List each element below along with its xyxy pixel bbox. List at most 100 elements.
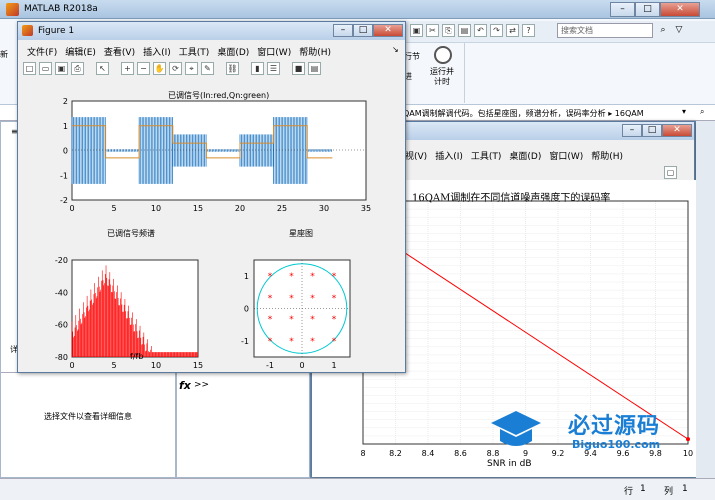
save-icon[interactable]: ▣ xyxy=(410,24,423,37)
row-label: 行 xyxy=(624,487,634,497)
figure-2-dock-icon[interactable]: ▢ xyxy=(664,166,677,179)
constellation-ytick-label: -1 xyxy=(241,337,249,346)
open-file-icon[interactable]: ▭ xyxy=(39,62,52,75)
browse-folder-icon[interactable]: ⌕ xyxy=(700,107,704,117)
search-icon[interactable]: ⌕ xyxy=(656,23,670,38)
watermark-brand: 必过源码 xyxy=(568,414,661,439)
hide-plot-tools-icon[interactable]: ■ xyxy=(292,62,305,75)
copy-icon[interactable]: ⎘ xyxy=(442,24,455,37)
chevron-down-icon[interactable]: ▾ xyxy=(682,107,686,116)
show-plot-tools-icon[interactable]: ▤ xyxy=(308,62,321,75)
maximize-button[interactable]: □ xyxy=(635,2,660,17)
ber-xtick-label: 10 xyxy=(683,449,693,458)
run-and-time-label[interactable]: 运行并 计时 xyxy=(430,67,454,87)
command-window[interactable]: fx >> xyxy=(176,372,310,478)
help-icon[interactable]: ? xyxy=(522,24,535,37)
ber-xtick-label: 8.4 xyxy=(422,449,435,458)
constellation-point: * xyxy=(332,272,337,282)
signal-ytick-label: -2 xyxy=(60,196,68,205)
constellation-point: * xyxy=(268,294,273,304)
figure-2-menu-view[interactable]: 视(V) xyxy=(405,149,427,162)
save-figure-icon[interactable]: ▣ xyxy=(55,62,68,75)
link-plot-icon[interactable]: ⛓ xyxy=(226,62,239,75)
figure-2-menu-desktop[interactable]: 桌面(D) xyxy=(509,149,541,162)
figure-2-menu-window[interactable]: 窗口(W) xyxy=(549,149,583,162)
figure-icon xyxy=(22,25,33,36)
signal-ytick-label: 0 xyxy=(63,147,68,156)
switch-icon[interactable]: ⇄ xyxy=(506,24,519,37)
quick-toolbar: ▣ ✂ ⎘ ▤ ↶ ↷ ⇄ ? xyxy=(410,24,535,37)
spectrum-ytick-label: -80 xyxy=(55,353,68,362)
dock-arrow-icon[interactable]: ↘ xyxy=(392,45,399,54)
print-icon[interactable]: ⎙ xyxy=(71,62,84,75)
figure-1-minimize-button[interactable]: – xyxy=(333,24,353,37)
undo-icon[interactable]: ↶ xyxy=(474,24,487,37)
run-and-time-icon[interactable] xyxy=(434,46,452,64)
figure-2-menu-help[interactable]: 帮助(H) xyxy=(591,149,623,162)
ber-xtick-label: 8.2 xyxy=(389,449,402,458)
figure-2-menu-insert[interactable]: 插入(I) xyxy=(435,149,463,162)
constellation-ytick-label: 0 xyxy=(244,305,249,314)
minimize-button[interactable]: – xyxy=(610,2,635,17)
spectrum-xtick-label: 0 xyxy=(69,361,74,370)
run-section-label[interactable]: 行节 xyxy=(404,51,420,62)
cut-icon[interactable]: ✂ xyxy=(426,24,439,37)
redo-icon[interactable]: ↷ xyxy=(490,24,503,37)
constellation-yticks: 1 0 -1 xyxy=(241,272,249,346)
signal-xtick-label: 0 xyxy=(69,204,74,213)
figure-1-menubar: 文件(F) 编辑(E) 查看(V) 插入(I) 工具(T) 桌面(D) 窗口(W… xyxy=(27,45,331,58)
constellation-xticks: -1 0 1 xyxy=(266,361,337,370)
pan-hand-icon[interactable]: ✋ xyxy=(153,62,166,75)
ber-point xyxy=(686,437,690,442)
figure-2-close-button[interactable]: ✕ xyxy=(662,124,692,137)
edit-plot-arrow-icon[interactable]: ↖ xyxy=(96,62,109,75)
menu-tools[interactable]: 工具(T) xyxy=(179,45,210,58)
funnel-icon[interactable]: ▽ xyxy=(672,23,686,38)
watermark-logo-icon xyxy=(486,405,546,455)
menu-file[interactable]: 文件(F) xyxy=(27,45,57,58)
figure-1-maximize-button[interactable]: □ xyxy=(353,24,373,37)
constellation-ytick-label: 1 xyxy=(244,272,249,281)
current-folder-path[interactable]: QAM调制解调代码。包括星座图，频谱分析，误码率分析 ▸ 16QAM xyxy=(403,108,644,119)
figure-1-close-button[interactable]: ✕ xyxy=(373,24,403,37)
spectrum-xticks: 0 5 10 15 xyxy=(69,361,203,370)
figure-1-title: Figure 1 xyxy=(38,26,75,36)
menu-window[interactable]: 窗口(W) xyxy=(257,45,291,58)
new-figure-icon[interactable]: □ xyxy=(23,62,36,75)
constellation-point: * xyxy=(289,315,294,325)
zoom-in-icon[interactable]: + xyxy=(121,62,134,75)
constellation-plot-title: 星座图 xyxy=(289,229,313,238)
figure-2-maximize-button[interactable]: □ xyxy=(642,124,662,137)
col-value: 1 xyxy=(682,484,688,494)
legend-icon[interactable]: ☰ xyxy=(267,62,280,75)
command-prompt: >> xyxy=(194,380,210,390)
menu-insert[interactable]: 插入(I) xyxy=(143,45,171,58)
colorbar-icon[interactable]: ▮ xyxy=(251,62,264,75)
figure-2-menu-tools[interactable]: 工具(T) xyxy=(471,149,502,162)
menu-view[interactable]: 查看(V) xyxy=(104,45,135,58)
menu-desktop[interactable]: 桌面(D) xyxy=(217,45,249,58)
brush-icon[interactable]: ✎ xyxy=(201,62,214,75)
menu-edit[interactable]: 编辑(E) xyxy=(65,45,96,58)
signal-xtick-label: 10 xyxy=(151,204,161,213)
paste-icon[interactable]: ▤ xyxy=(458,24,471,37)
signal-xtick-label: 20 xyxy=(235,204,245,213)
ribbon-left-fragment: 新 xyxy=(0,50,8,59)
menu-help[interactable]: 帮助(H) xyxy=(299,45,331,58)
matlab-logo-icon xyxy=(6,3,19,16)
figure-2-window-controls: – □ ✕ xyxy=(622,124,692,137)
search-input[interactable]: 搜索文档 xyxy=(557,23,653,38)
select-file-hint: 选择文件以查看详细信息 xyxy=(44,412,132,421)
zoom-out-icon[interactable]: − xyxy=(137,62,150,75)
ber-xtick-label: 8.6 xyxy=(454,449,467,458)
rotate-3d-icon[interactable]: ⟳ xyxy=(169,62,182,75)
col-label: 列 xyxy=(664,487,674,497)
close-button[interactable]: ✕ xyxy=(660,2,700,17)
figure-2-minimize-button[interactable]: – xyxy=(622,124,642,137)
signal-ytick-label: -1 xyxy=(60,171,68,180)
data-cursor-icon[interactable]: ⌖ xyxy=(185,62,198,75)
